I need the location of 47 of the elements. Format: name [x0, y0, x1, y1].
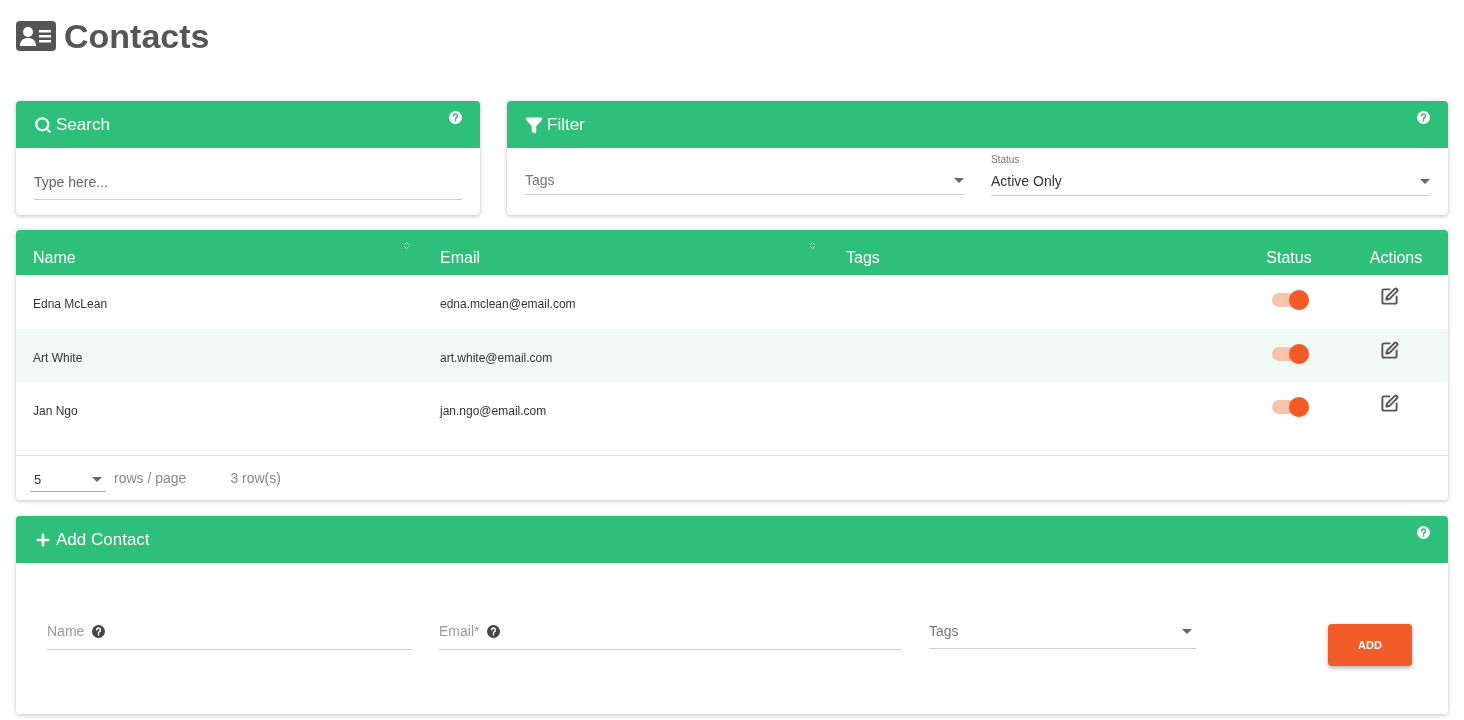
select-value: Active Only [991, 172, 1062, 191]
dropdown-caret-icon [954, 178, 964, 183]
filter-icon [525, 115, 543, 134]
table-cell: Art White [33, 350, 83, 365]
dropdown-caret-icon [92, 477, 102, 482]
search-icon [34, 115, 52, 134]
dropdown-caret-icon [1182, 628, 1192, 634]
page-size-select[interactable]: 5 [30, 468, 106, 492]
card-title: Filter [547, 113, 585, 136]
status-toggle[interactable] [1272, 400, 1306, 414]
help-icon[interactable] [487, 625, 501, 638]
row-count: 3 row(s) [230, 468, 281, 488]
search-field[interactable]: Type here... [34, 172, 462, 200]
card-title: Add Contact [56, 528, 150, 551]
table-cell: edna.mclean@email.com [440, 297, 576, 311]
status-toggle[interactable] [1272, 293, 1306, 307]
column-header[interactable]: Email [440, 246, 480, 270]
column-header: Tags [846, 248, 880, 268]
field-label: Status [991, 153, 1021, 167]
status-toggle[interactable] [1272, 346, 1306, 361]
field-placeholder: Email* [439, 622, 480, 641]
column-header: Actions [1369, 248, 1423, 268]
tags-select[interactable]: Tags [525, 171, 964, 195]
status-select[interactable]: Active Only [991, 172, 1430, 196]
tags-select[interactable]: Tags [929, 614, 1196, 649]
edit-icon[interactable] [1379, 340, 1399, 360]
dropdown-caret-icon [1420, 179, 1430, 184]
page-title: Contacts [64, 15, 210, 57]
select-placeholder: Tags [525, 171, 555, 190]
field-placeholder: Name [47, 622, 85, 641]
table-cell: Jan Ngo [33, 404, 78, 418]
column-header: Status [1266, 248, 1312, 268]
add-button[interactable]: ADD [1328, 624, 1412, 666]
name-field[interactable]: Name [47, 614, 412, 650]
select-placeholder: Tags [929, 621, 959, 641]
email-field[interactable]: Email* [439, 614, 902, 650]
edit-icon[interactable] [1379, 394, 1399, 413]
card-title: Search [56, 113, 110, 136]
edit-icon[interactable] [1379, 287, 1399, 306]
rows-per-page-label: rows / page [114, 468, 187, 488]
contact-card-icon [16, 21, 56, 51]
column-header[interactable]: Name [33, 246, 76, 270]
help-icon[interactable] [92, 625, 106, 638]
table-cell: Edna McLean [33, 297, 108, 311]
select-value: 5 [34, 470, 42, 489]
table-cell: jan.ngo@email.com [440, 404, 547, 418]
table-cell: art.white@email.com [440, 350, 553, 365]
